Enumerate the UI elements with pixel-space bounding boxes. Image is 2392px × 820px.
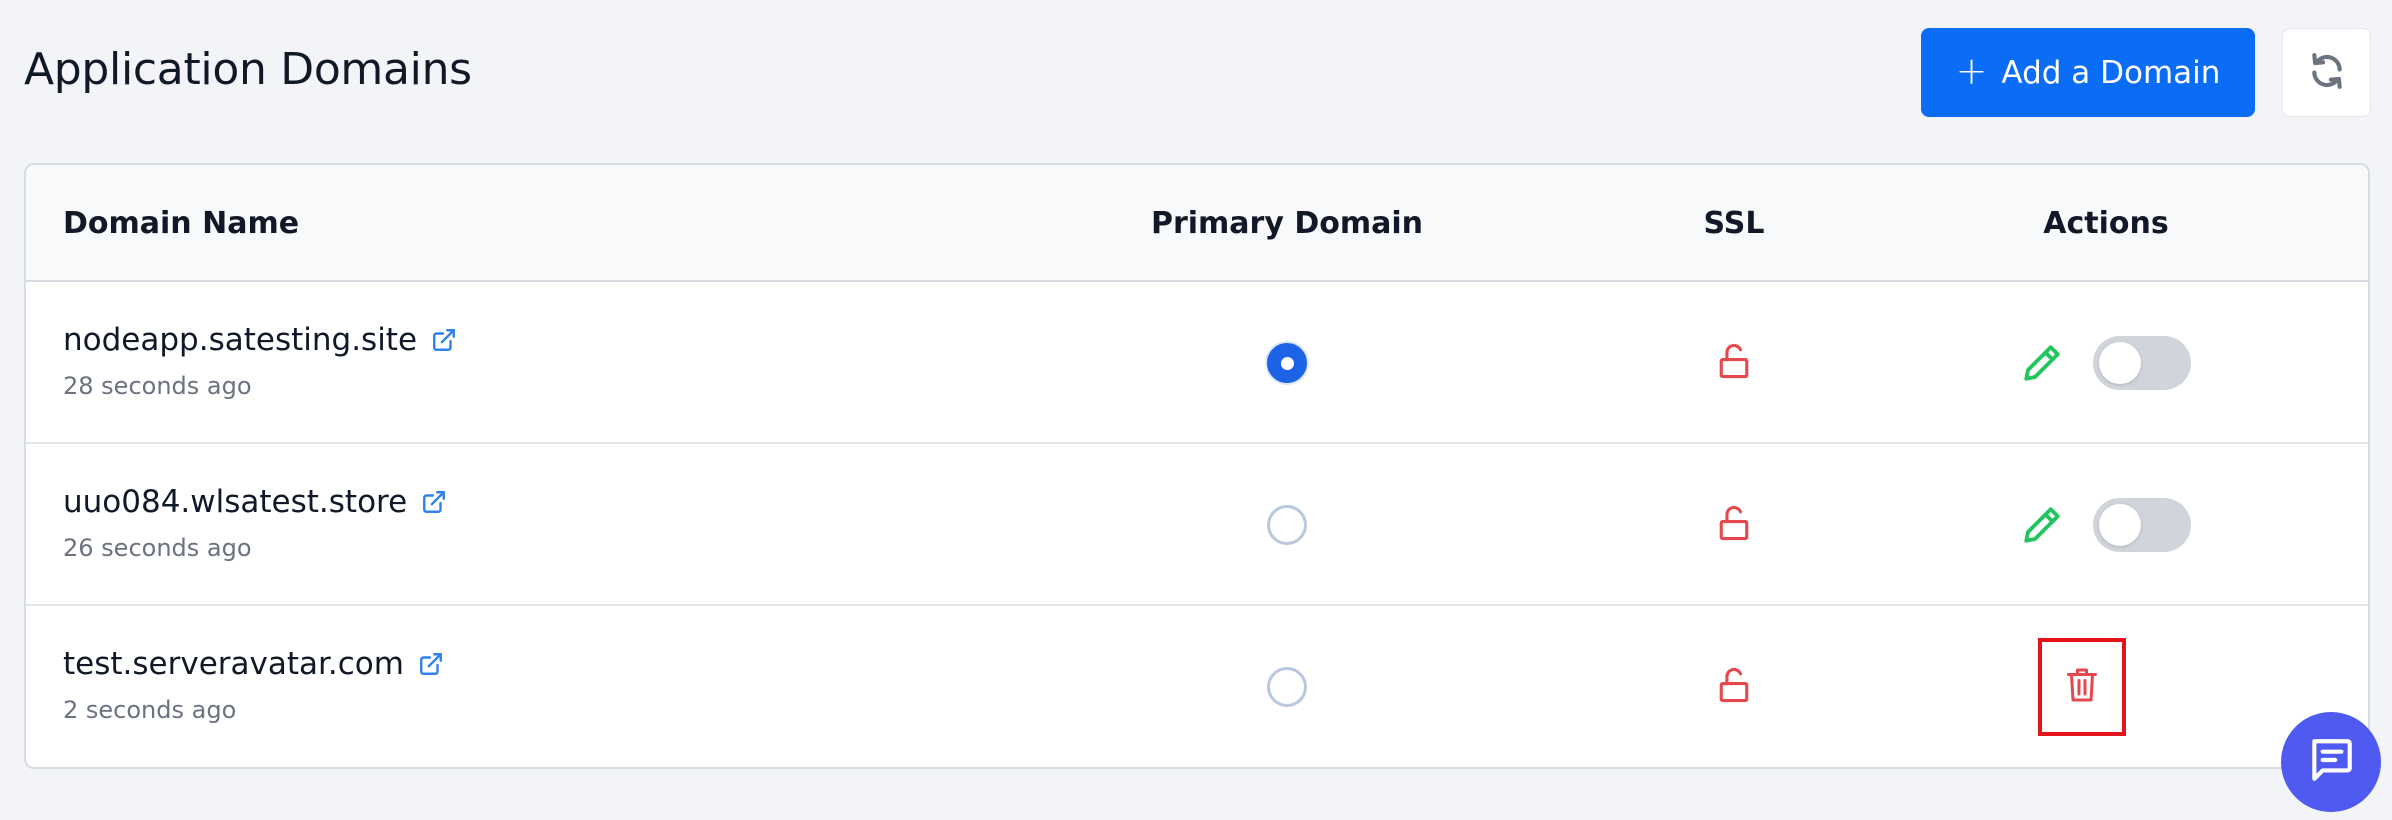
domain-cell: nodeapp.satesting.site xyxy=(63,322,457,358)
toggle-knob xyxy=(2099,342,2141,384)
refresh-button[interactable] xyxy=(2282,28,2371,117)
trash-icon xyxy=(2064,665,2100,709)
domain-toggle[interactable] xyxy=(2093,498,2191,552)
primary-domain-radio[interactable] xyxy=(1267,667,1307,707)
page-header: Application Domains + Add a Domain xyxy=(0,0,2392,150)
ssl-cell xyxy=(1694,606,1774,767)
external-link-icon[interactable] xyxy=(418,651,444,677)
chat-bubble-icon xyxy=(2306,735,2356,789)
primary-domain-cell xyxy=(1247,444,1327,606)
edit-pencil-icon[interactable] xyxy=(2021,342,2063,384)
domain-created-time: 2 seconds ago xyxy=(63,696,237,724)
unlocked-padlock-icon[interactable] xyxy=(1717,504,1751,546)
table-header: Domain Name Primary Domain SSL Actions xyxy=(26,165,2368,282)
table-row: nodeapp.satesting.site 28 seconds ago xyxy=(26,282,2368,444)
domain-cell: uuo084.wlsatest.store xyxy=(63,484,447,520)
table-row: test.serveravatar.com 2 seconds ago xyxy=(26,606,2368,767)
primary-domain-cell xyxy=(1247,282,1327,444)
primary-domain-radio[interactable] xyxy=(1267,343,1307,383)
actions-cell xyxy=(2022,606,2142,767)
column-header-primary-domain: Primary Domain xyxy=(1150,206,1424,241)
domains-table: Domain Name Primary Domain SSL Actions n… xyxy=(24,163,2370,769)
domain-toggle[interactable] xyxy=(2093,336,2191,390)
delete-button[interactable] xyxy=(2038,638,2126,736)
column-header-ssl: SSL xyxy=(1703,206,1765,241)
chat-support-button[interactable] xyxy=(2281,712,2381,812)
ssl-cell xyxy=(1694,282,1774,444)
unlocked-padlock-icon[interactable] xyxy=(1717,342,1751,384)
domain-name: test.serveravatar.com xyxy=(63,646,404,682)
add-domain-button[interactable]: + Add a Domain xyxy=(1921,28,2255,117)
domain-cell: test.serveravatar.com xyxy=(63,646,444,682)
domain-created-time: 26 seconds ago xyxy=(63,534,252,562)
primary-domain-radio[interactable] xyxy=(1267,505,1307,545)
refresh-icon xyxy=(2308,52,2346,94)
external-link-icon[interactable] xyxy=(421,489,447,515)
edit-pencil-icon[interactable] xyxy=(2021,504,2063,546)
ssl-cell xyxy=(1694,444,1774,606)
actions-cell xyxy=(1986,444,2226,606)
add-domain-label: Add a Domain xyxy=(2001,54,2221,91)
primary-domain-cell xyxy=(1247,606,1327,767)
column-header-actions: Actions xyxy=(2043,206,2169,241)
external-link-icon[interactable] xyxy=(431,327,457,353)
domain-name: nodeapp.satesting.site xyxy=(63,322,418,358)
page-title: Application Domains xyxy=(24,44,472,95)
domain-name: uuo084.wlsatest.store xyxy=(63,484,408,520)
toggle-knob xyxy=(2099,504,2141,546)
table-row: uuo084.wlsatest.store 26 seconds ago xyxy=(26,444,2368,606)
plus-icon: + xyxy=(1955,48,1988,93)
column-header-domain-name: Domain Name xyxy=(63,206,300,241)
domain-created-time: 28 seconds ago xyxy=(63,372,252,400)
unlocked-padlock-icon[interactable] xyxy=(1717,666,1751,708)
actions-cell xyxy=(1986,282,2226,444)
